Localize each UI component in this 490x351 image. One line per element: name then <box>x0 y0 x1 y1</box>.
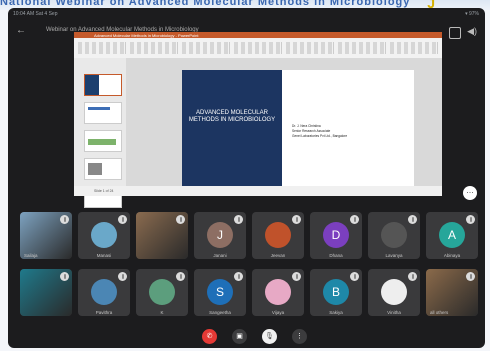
participant-avatar <box>91 279 117 305</box>
participant-avatar <box>149 279 175 305</box>
participant-name: Abinaya <box>443 253 461 258</box>
slide-edit-area: Advanced Molecular Methods in Microbiolo… <box>126 58 442 188</box>
participant-tile[interactable]: S Sangeetha <box>194 269 246 316</box>
speaker-icon[interactable]: ◀) <box>467 26 477 37</box>
participant-name: Manasi <box>96 253 112 258</box>
status-bar: 10:04 AM Sat 4 Sep ▾ 97% <box>8 8 485 20</box>
mic-muted-icon <box>292 215 301 224</box>
participant-avatar <box>265 222 291 248</box>
mic-muted-icon <box>234 215 243 224</box>
mic-muted-icon <box>466 272 475 281</box>
participant-avatar <box>91 222 117 248</box>
mic-toggle-button[interactable]: 🎙 <box>262 329 277 344</box>
mic-muted-icon <box>234 272 243 281</box>
participant-avatar: J <box>207 222 233 248</box>
mic-muted-icon <box>60 215 69 224</box>
slide-thumbnail <box>84 102 122 124</box>
status-time: 10:04 AM Sat 4 Sep <box>13 11 58 17</box>
participant-tile[interactable]: Sailaja <box>20 212 72 259</box>
mic-muted-icon <box>350 215 359 224</box>
ppt-window-title: Advanced Molecular Methods in Microbiolo… <box>94 33 199 38</box>
more-options-button[interactable]: … <box>463 186 477 200</box>
status-battery: ▾ 97% <box>465 11 479 17</box>
participant-avatar: S <box>207 279 233 305</box>
participant-tile[interactable] <box>20 269 72 316</box>
current-slide: Advanced Molecular Methods in Microbiolo… <box>182 70 414 188</box>
participant-tile[interactable]: Lavanya <box>368 212 420 259</box>
participant-tile[interactable]: Jeevan <box>252 212 304 259</box>
participant-name: Lavanya <box>385 253 403 258</box>
participant-name: Vijaya <box>271 310 285 315</box>
participant-grid: Sailaja Manasi J Janani Jeevan D Dhana Lavanya A… <box>20 212 478 316</box>
back-arrow-icon[interactable]: ← <box>16 25 28 37</box>
slide-thumbnail <box>84 74 122 96</box>
ribbon-group <box>286 42 334 54</box>
mic-muted-icon <box>176 272 185 281</box>
participant-tile[interactable]: A Abinaya <box>426 212 478 259</box>
ppt-title-bar: Advanced Molecular Methods in Microbiolo… <box>74 32 442 38</box>
slide-counter: Slide 1 of 24 <box>94 189 114 193</box>
hang-up-button[interactable]: ✆ <box>202 329 217 344</box>
meeting-window: 10:04 AM Sat 4 Sep ▾ 97% ← Webinar on Ad… <box>8 8 485 348</box>
mic-muted-icon <box>466 215 475 224</box>
more-actions-button[interactable]: ⋮ <box>292 329 307 344</box>
shared-screen: Advanced Molecular Methods in Microbiolo… <box>74 32 442 208</box>
participant-tile[interactable]: K <box>136 269 188 316</box>
participant-name: Sailaja <box>24 253 38 258</box>
call-controls: ✆ ▣ 🎙 ⋮ <box>8 326 485 348</box>
ppt-status-bar: Slide 1 of 24 <box>74 186 442 196</box>
mic-muted-icon <box>408 272 417 281</box>
author-org: Genei Laboratories Pvt Ltd., Bangalore <box>292 134 348 138</box>
slide-thumbnail-pane <box>74 58 126 208</box>
participant-name: all others <box>430 310 449 315</box>
ribbon-group <box>338 42 386 54</box>
participant-tile[interactable]: Pavithra <box>78 269 130 316</box>
participant-name: Sakiya <box>329 310 343 315</box>
participant-name: Dhana <box>329 253 343 258</box>
participant-name: K <box>160 310 164 315</box>
ribbon-group <box>390 42 438 54</box>
participant-tile[interactable]: Manasi <box>78 212 130 259</box>
participant-avatar: A <box>439 222 465 248</box>
participant-avatar <box>265 279 291 305</box>
slide-author-block: Dr. J. Nera Christina Senior Research As… <box>292 124 347 139</box>
slide-title: Advanced Molecular Methods in Microbiolo… <box>188 110 276 123</box>
mic-muted-icon <box>408 215 417 224</box>
mic-muted-icon <box>292 272 301 281</box>
participant-tile[interactable] <box>136 212 188 259</box>
ribbon-group <box>234 42 282 54</box>
participant-name: Pavithra <box>95 310 113 315</box>
slide-thumbnail <box>84 130 122 152</box>
participant-avatar <box>381 222 407 248</box>
participant-name: Janani <box>213 253 227 258</box>
mic-muted-icon <box>350 272 359 281</box>
ppt-ribbon: Advanced Molecular Methods in Microbiolo… <box>74 32 442 58</box>
mic-muted-icon <box>176 215 185 224</box>
participant-tile[interactable]: Vijaya <box>252 269 304 316</box>
mic-muted-icon <box>60 272 69 281</box>
ribbon-group <box>78 42 126 54</box>
ribbon-group <box>182 42 230 54</box>
participant-tile[interactable]: B Sakiya <box>310 269 362 316</box>
participant-avatar: B <box>323 279 349 305</box>
participant-tile[interactable]: D Dhana <box>310 212 362 259</box>
camera-toggle-button[interactable]: ▣ <box>232 329 247 344</box>
participant-name: Jeevan <box>270 253 286 258</box>
participant-avatar: D <box>323 222 349 248</box>
switch-camera-icon[interactable] <box>449 27 461 39</box>
participant-name: Sangeetha <box>209 310 231 315</box>
participant-tile[interactable]: Vinitha <box>368 269 420 316</box>
ribbon-group <box>130 42 178 54</box>
slide-title-panel: Advanced Molecular Methods in Microbiolo… <box>182 70 282 188</box>
participant-tile[interactable]: J Janani <box>194 212 246 259</box>
participant-tile[interactable]: all others <box>426 269 478 316</box>
participant-name: Vinitha <box>387 310 401 315</box>
mic-muted-icon <box>118 272 127 281</box>
slide-thumbnail <box>84 158 122 180</box>
banner-text: National Webinar on Advanced Molecular M… <box>0 0 411 8</box>
participant-avatar <box>381 279 407 305</box>
ppt-toolbar <box>78 42 438 56</box>
mic-muted-icon <box>118 215 127 224</box>
